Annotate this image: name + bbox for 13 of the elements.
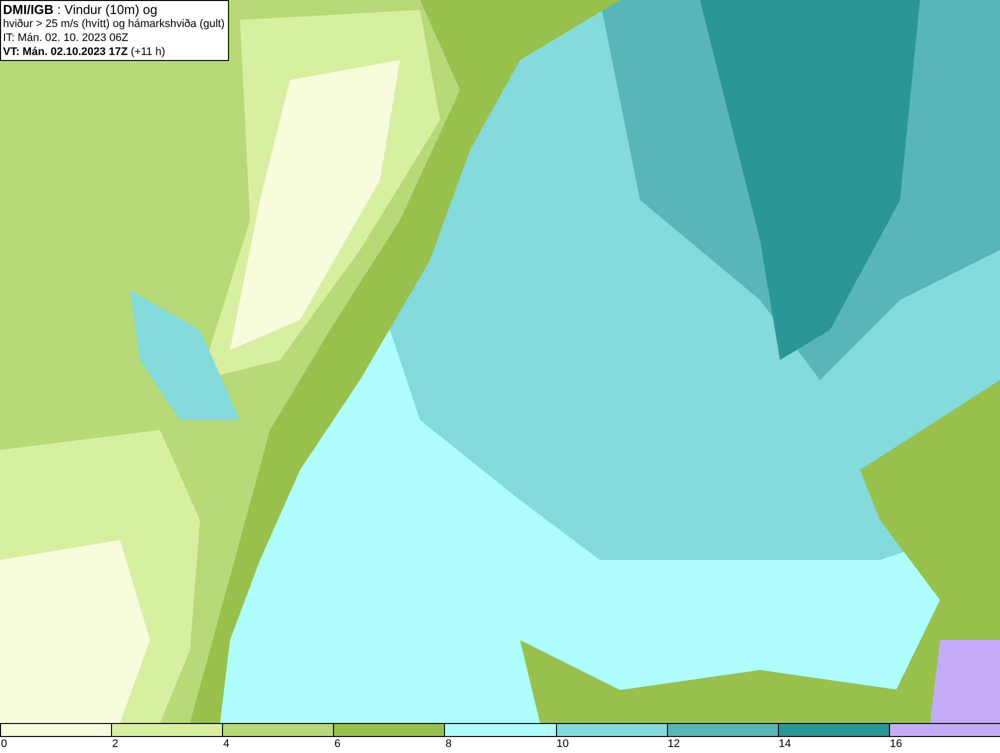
legend-label: 12 [668, 737, 680, 751]
title-line: IT: Mán. 02. 10. 2023 06Z [3, 31, 130, 45]
legend-label: 4 [223, 737, 230, 751]
legend-label: 6 [334, 737, 340, 751]
legend-label: 0 [1, 737, 8, 751]
legend-label: 2 [112, 737, 118, 751]
title-line: VT: Mán. 02.10.2023 17Z (+11 h) [3, 45, 166, 59]
legend-label: 14 [778, 737, 792, 751]
title-line: hviður > 25 m/s (hvítt) og hámarkshviða (gult) [3, 17, 226, 31]
title-line: DMI/IGB : Vindur (10m) og [3, 2, 158, 17]
legend-label: 8 [445, 737, 452, 751]
legend-label: 10 [556, 737, 569, 751]
legend-label: 16 [890, 737, 902, 751]
